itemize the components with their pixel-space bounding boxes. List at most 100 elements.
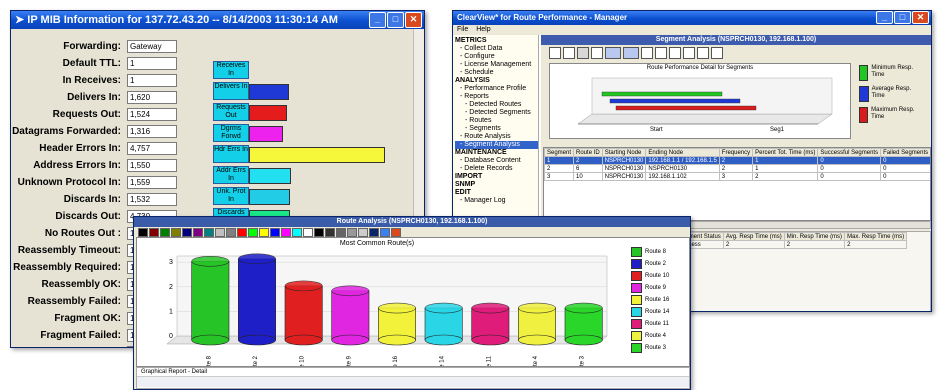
table-header[interactable]: Percent Tot. Time (ms) [753,149,818,157]
table-cell: 2 [753,173,818,181]
palette-swatch[interactable] [237,228,247,237]
nav-tree-item[interactable]: - Routes [455,117,538,125]
palette-swatch[interactable] [380,228,390,237]
palette-swatch[interactable] [226,228,236,237]
route-analysis-titlebar[interactable]: Route Analysis (NSPRCH0130, 192.168.1.10… [134,217,690,227]
nav-tree-item[interactable]: - Segment Analysis [455,141,538,149]
toolbar-button[interactable] [641,47,653,59]
nav-tree-item[interactable]: - Schedule [455,69,538,77]
nav-tree-item[interactable]: - Detected Routes [455,101,538,109]
table-header[interactable]: Ending Node [646,149,719,157]
toolbar-button[interactable] [669,47,681,59]
palette-swatch[interactable] [259,228,269,237]
nav-tree-item[interactable]: - Performance Profile [455,85,538,93]
minimize-icon[interactable]: _ [876,11,893,24]
toolbar-button[interactable] [655,47,667,59]
table-header[interactable]: Starting Node [602,149,646,157]
maximize-icon[interactable]: □ [387,12,404,28]
route-chart-legend: Route 8Route 2Route 10Route 9Route 16Rou… [631,246,687,364]
table-header[interactable]: Route ID [574,149,603,157]
table-header[interactable]: Max. Resp Time (ms) [845,233,907,241]
legend-swatch [631,295,642,305]
route-bar [285,286,322,340]
nav-tree-item[interactable]: IMPORT [455,173,538,181]
nav-tree-item[interactable]: - Route Analysis [455,133,538,141]
nav-tree-item[interactable]: MAINTENANCE [455,149,538,157]
palette-swatch[interactable] [149,228,159,237]
toolbar-button[interactable] [591,47,603,59]
table-row[interactable]: 26NSPRCH0130NSPRCH01302100100.00%Su [545,165,932,173]
table-cell: 0 [881,165,931,173]
legend-entry: Route 14 [631,306,687,318]
palette-swatch[interactable] [292,228,302,237]
maximize-icon[interactable]: □ [894,11,911,24]
toolbar-button[interactable] [711,47,723,59]
route-analysis-window: Route Analysis (NSPRCH0130, 192.168.1.10… [133,216,691,390]
nav-tree-item[interactable]: - License Management [455,61,538,69]
table-header[interactable]: Frequency [719,149,752,157]
toolbar-button[interactable] [623,47,639,59]
route-footer-grid [137,377,689,387]
minimize-icon[interactable]: _ [369,12,386,28]
palette-swatch[interactable] [347,228,357,237]
toolbar-button[interactable] [683,47,695,59]
palette-swatch[interactable] [303,228,313,237]
palette-swatch[interactable] [215,228,225,237]
palette-swatch[interactable] [160,228,170,237]
nav-tree-item[interactable]: - Segments [455,125,538,133]
table-header[interactable]: Failed Segments [881,149,931,157]
nav-tree-item[interactable]: - Reports [455,93,538,101]
palette-swatch[interactable] [204,228,214,237]
palette-swatch[interactable] [248,228,258,237]
palette-swatch[interactable] [270,228,280,237]
palette-swatch[interactable] [138,228,148,237]
toolbar-button[interactable] [697,47,709,59]
nav-tree-item[interactable]: - Database Content [455,157,538,165]
palette-swatch[interactable] [325,228,335,237]
palette-swatch[interactable] [391,228,401,237]
close-icon[interactable]: ✕ [912,11,929,24]
palette-swatch[interactable] [193,228,203,237]
palette-swatch[interactable] [171,228,181,237]
nav-tree-item[interactable]: - Manager Log [455,197,538,205]
nav-tree-item[interactable]: - Collect Data [455,45,538,53]
nav-tree-item[interactable]: - Configure [455,53,538,61]
toolbar-button[interactable] [563,47,575,59]
route-bar-base [378,335,415,345]
menu-file[interactable]: File [457,26,468,33]
nav-tree-item[interactable]: EDIT [455,189,538,197]
nav-tree-item[interactable]: ANALYSIS [455,77,538,85]
legend-label: Route 2 [645,261,666,267]
table-row[interactable]: 12NSPRCH0130192.168.1.1 / 192.168.1.5210… [545,157,932,165]
table-row[interactable]: 310NSPRCH0130192.168.1.1023200100.00%Su [545,173,932,181]
toolbar-button[interactable] [605,47,621,59]
route-bar-top [425,303,462,313]
palette-swatch[interactable] [182,228,192,237]
legend-entry: Route 10 [631,270,687,282]
toolbar-button[interactable] [577,47,589,59]
x-label-start: Start [650,127,663,133]
palette-swatch[interactable] [314,228,324,237]
toolbar-button[interactable] [549,47,561,59]
nav-tree-item[interactable]: - Delete Records [455,165,538,173]
palette-swatch[interactable] [358,228,368,237]
palette-swatch[interactable] [336,228,346,237]
nav-tree-item[interactable]: METRICS [455,37,538,45]
palette-swatch[interactable] [369,228,379,237]
table-header[interactable]: Segment [545,149,574,157]
table-cell: 0 [881,173,931,181]
close-icon[interactable]: ✕ [405,12,422,28]
menu-help[interactable]: Help [476,26,490,33]
table-cell: 2 [845,241,907,249]
nav-tree-item[interactable]: SNMP [455,181,538,189]
table-cell: 1 [545,157,574,165]
table-header[interactable]: Avg. Resp Time (ms) [723,233,784,241]
manager-window-titlebar[interactable]: ClearView* for Route Performance - Manag… [453,11,931,25]
table-header[interactable]: Successful Segments [818,149,881,157]
table-cell: NSPRCH0130 [602,157,646,165]
nav-tree-item[interactable]: - Detected Segments [455,109,538,117]
table-header[interactable]: Min. Resp Time (ms) [784,233,844,241]
mib-window-titlebar[interactable]: ➤ IP MIB Information for 137.72.43.20 --… [11,11,424,29]
palette-swatch[interactable] [281,228,291,237]
legend-swatch [631,259,642,269]
